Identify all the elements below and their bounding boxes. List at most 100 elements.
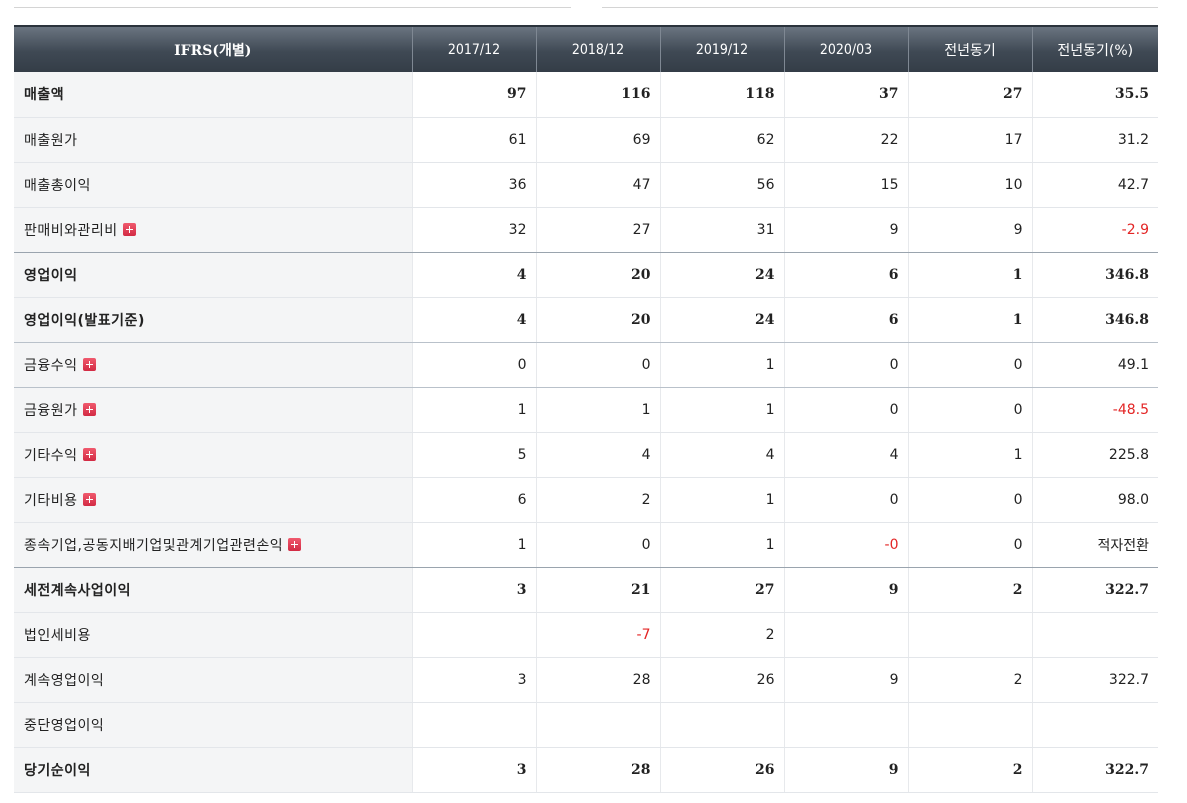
row-value-cell: 26 (660, 657, 785, 703)
row-value-cell (784, 702, 909, 748)
row-value: 9 (888, 581, 899, 598)
row-value-cell: 1 (908, 297, 1033, 343)
row-value: 4 (516, 311, 527, 328)
row-value-cell: 20 (536, 252, 661, 298)
row-account-label: 매출액 (24, 87, 65, 104)
row-value: 1 (1012, 266, 1023, 283)
row-value-cell (660, 702, 785, 748)
row-value: 1 (1012, 311, 1023, 328)
row-value: 31 (756, 221, 775, 238)
row-value: -0 (884, 536, 899, 553)
row-account-label: 법인세비용 (24, 627, 91, 644)
row-value-cell: -0 (784, 522, 909, 568)
row-value-cell: 4 (412, 252, 537, 298)
row-account-cell: 판매비와관리비 (14, 207, 413, 253)
row-value: 56 (756, 176, 775, 193)
row-value-cell: 6 (412, 477, 537, 523)
row-value: 6 (888, 311, 899, 328)
row-value-cell: 17 (908, 117, 1033, 163)
row-value-cell: 6 (784, 252, 909, 298)
row-value: 0 (1013, 401, 1023, 418)
row-value: 4 (765, 446, 775, 463)
row-value-cell: 97 (412, 72, 537, 118)
row-value: 37 (879, 86, 899, 103)
row-value-cell: 322.7 (1032, 747, 1158, 793)
table-row: 법인세비용 -7 2 (14, 612, 1158, 658)
expand-plus-icon[interactable] (82, 447, 96, 461)
row-account-label: 금융원가 (24, 402, 78, 419)
row-account-label: 세전계속사업이익 (24, 582, 132, 599)
row-value-cell: 0 (784, 342, 909, 388)
row-value: 1 (765, 491, 775, 508)
row-value-cell: 56 (660, 162, 785, 208)
row-value: 17 (1004, 131, 1023, 148)
row-value-cell: 27 (536, 207, 661, 253)
row-value-cell: 322.7 (1032, 567, 1158, 613)
table-body: 매출액 97 116 118 37 27 35.5 매출원가 61 69 62 22 17 31.2 매출총… (14, 72, 1158, 793)
table-row: 금융원가 1 1 1 0 0 -48.5 (14, 387, 1158, 433)
expand-plus-icon[interactable] (288, 537, 302, 551)
row-value-cell: -48.5 (1032, 387, 1158, 433)
row-value: 0 (889, 491, 899, 508)
row-value-cell: 346.8 (1032, 252, 1158, 298)
row-value-cell: 10 (908, 162, 1033, 208)
row-value-cell: 0 (908, 387, 1033, 433)
expand-plus-icon[interactable] (82, 402, 96, 416)
row-value-cell: 28 (536, 657, 661, 703)
row-value: 69 (632, 131, 651, 148)
row-value-cell: 적자전환 (1032, 522, 1158, 568)
row-value-cell: 4 (412, 297, 537, 343)
expand-plus-icon[interactable] (122, 222, 136, 236)
row-value-cell: 31 (660, 207, 785, 253)
row-value-cell: 1 (660, 342, 785, 388)
row-value: 1 (765, 356, 775, 373)
row-value: 0 (889, 401, 899, 418)
row-value: 0 (641, 536, 651, 553)
row-value-cell: 1 (908, 252, 1033, 298)
row-value: 0 (517, 356, 527, 373)
table-row: 종속기업,공동지배기업및관계기업관련손익 1 0 1 -0 0 적자전환 (14, 522, 1158, 568)
row-value-cell: 27 (908, 72, 1033, 118)
row-value-cell: 0 (784, 477, 909, 523)
row-value-cell: 24 (660, 252, 785, 298)
row-account-label: 판매비와관리비 (24, 222, 118, 239)
row-value: 31.2 (1117, 131, 1149, 148)
row-value-cell: 42.7 (1032, 162, 1158, 208)
row-value: 322.7 (1105, 761, 1149, 778)
row-value: 4 (516, 266, 527, 283)
row-value-cell: 26 (660, 747, 785, 793)
row-account-cell: 매출액 (14, 72, 413, 118)
row-value-cell: 3 (412, 657, 537, 703)
row-value-cell: 118 (660, 72, 785, 118)
row-value: 1 (517, 401, 527, 418)
row-value-cell (412, 702, 537, 748)
row-value-cell: 9 (784, 207, 909, 253)
row-value: 적자전환 (1097, 537, 1149, 554)
row-value: 1 (517, 536, 527, 553)
row-value-cell: 31.2 (1032, 117, 1158, 163)
row-value-cell: 1 (660, 522, 785, 568)
row-value-cell: 2 (908, 657, 1033, 703)
row-account-label: 매출원가 (24, 132, 78, 149)
row-value-cell: 0 (536, 522, 661, 568)
row-value: 322.7 (1108, 671, 1149, 688)
header-prev-year-same-period-pct: 전년동기(%) (1032, 25, 1158, 72)
row-value: 0 (641, 356, 651, 373)
row-value-cell: 98.0 (1032, 477, 1158, 523)
row-account-cell: 영업이익(발표기준) (14, 297, 413, 343)
row-value-cell: 28 (536, 747, 661, 793)
expand-plus-icon[interactable] (82, 492, 96, 506)
header-period-2017-12: 2017/12 (412, 25, 537, 72)
row-account-cell: 당기순이익 (14, 747, 413, 793)
row-value-cell: -7 (536, 612, 661, 658)
table-header-row: IFRS(개별) 2017/12 2018/12 2019/12 2020/03… (14, 25, 1158, 72)
row-value: 6 (888, 266, 899, 283)
header-account: IFRS(개별) (14, 25, 413, 72)
row-value-cell (784, 612, 909, 658)
row-value-cell: 322.7 (1032, 657, 1158, 703)
row-value-cell: 1 (412, 387, 537, 433)
row-value: 0 (1013, 491, 1023, 508)
row-account-cell: 매출총이익 (14, 162, 413, 208)
table-row: 기타비용 6 2 1 0 0 98.0 (14, 477, 1158, 523)
expand-plus-icon[interactable] (82, 357, 96, 371)
